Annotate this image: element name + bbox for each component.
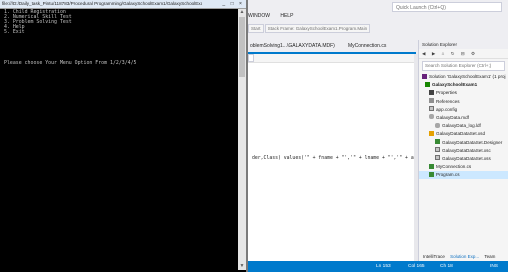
file-icon bbox=[435, 155, 440, 161]
tree-item-myconnection[interactable]: MyConnection.cs bbox=[419, 163, 508, 171]
document-tabs: oblemSolving1...\GALAXYDATA.MDF) MyConne… bbox=[248, 43, 416, 52]
csharp-project-icon bbox=[425, 81, 430, 87]
csharp-file-icon bbox=[429, 163, 434, 169]
scroll-up-icon[interactable]: ▲ bbox=[238, 9, 246, 16]
tree-item-references[interactable]: References bbox=[419, 98, 508, 106]
tree-item-label: GalaxyData_log.ldf bbox=[442, 123, 481, 129]
vs-menu-bar: WINDOW HELP bbox=[248, 13, 302, 22]
solution-explorer-toolbar: ◀ ▶ ⌂ ↻ ⊟ ⚙ bbox=[419, 49, 508, 59]
tree-item-properties[interactable]: Properties bbox=[419, 89, 508, 97]
minimize-icon[interactable]: _ bbox=[220, 1, 227, 7]
solution-explorer-title: Solution Explorer bbox=[419, 40, 508, 49]
menu-help[interactable]: HELP bbox=[280, 13, 293, 19]
start-button[interactable]: Start bbox=[248, 24, 264, 33]
quick-launch-input[interactable]: Quick Launch (Ctrl+Q) bbox=[392, 2, 502, 12]
tree-item-label: References bbox=[436, 98, 460, 104]
console-title-bar[interactable]: file:///D:/Daily_task_Pintu/118783/Proce… bbox=[0, 0, 246, 9]
editor-navigation-bar bbox=[248, 54, 416, 63]
tree-item-label: MyConnection.cs bbox=[436, 164, 472, 170]
tab-solution-explorer[interactable]: Solution Exp... bbox=[450, 254, 479, 259]
console-window[interactable]: file:///D:/Daily_task_Pintu/118783/Proce… bbox=[0, 0, 248, 272]
status-mode: INS bbox=[490, 264, 498, 269]
maximize-icon[interactable]: □ bbox=[229, 1, 236, 7]
console-title: file:///D:/Daily_task_Pintu/118783/Proce… bbox=[2, 1, 202, 6]
tree-item-xsd[interactable]: GalaxyDataDataSet.xsd bbox=[419, 130, 508, 138]
code-file-icon bbox=[435, 139, 440, 144]
menu-window[interactable]: WINDOW bbox=[248, 13, 270, 19]
member-dropdown[interactable] bbox=[248, 54, 254, 62]
tree-item-mdf[interactable]: GalaxyData.mdf bbox=[419, 114, 508, 122]
config-file-icon bbox=[429, 106, 434, 112]
database-log-icon bbox=[435, 122, 440, 128]
status-line: Ln 153 bbox=[376, 264, 391, 269]
tree-item-ldf[interactable]: GalaxyData_log.ldf bbox=[419, 122, 508, 130]
solution-tree: Solution 'GalaxySchoolExam1' (1 proj Gal… bbox=[419, 73, 508, 180]
refresh-icon[interactable]: ↻ bbox=[451, 51, 455, 56]
vs-toolbar: Start Stack Frame: GalaxySchoolExam1.Pro… bbox=[248, 24, 416, 33]
tree-item-label: Solution 'GalaxySchoolExam1' (1 proj bbox=[429, 74, 506, 79]
tab-database[interactable]: oblemSolving1...\GALAXYDATA.MDF) bbox=[250, 43, 335, 49]
scroll-down-icon[interactable]: ▼ bbox=[238, 263, 246, 270]
tool-window-tabs: IntelliTrace Solution Exp... Team Expl..… bbox=[419, 252, 508, 268]
tree-item-xsc[interactable]: GalaxyDataDataSet.xsc bbox=[419, 147, 508, 155]
code-editor[interactable]: der,Class) values('" + fname + "','" + l… bbox=[248, 54, 425, 261]
solution-search-input[interactable]: Search Solution Explorer (Ctrl+;) bbox=[422, 61, 505, 71]
tree-item-xss[interactable]: GalaxyDataDataSet.xss bbox=[419, 155, 508, 163]
status-bar: Ln 153 Col 165 Ch 18 INS bbox=[248, 261, 508, 272]
tree-item-app-config[interactable]: app.config bbox=[419, 106, 508, 114]
tree-item-label: GalaxyDataDataSet.xss bbox=[442, 155, 491, 161]
tree-item-label: GalaxyData.mdf bbox=[436, 114, 469, 120]
tree-item-label: GalaxyDataDataSet.xsd bbox=[436, 131, 486, 137]
csharp-file-icon bbox=[429, 171, 434, 177]
tree-item-label: Properties bbox=[436, 90, 457, 96]
tree-item-project[interactable]: GalaxySchoolExam1 bbox=[419, 81, 508, 89]
tree-item-label: Program.cs bbox=[436, 172, 460, 178]
tree-item-label: GalaxyDataDataSet.xsc bbox=[442, 147, 491, 153]
properties-icon[interactable]: ⚙ bbox=[471, 51, 475, 56]
file-icon bbox=[435, 147, 440, 153]
tab-intellitrace[interactable]: IntelliTrace bbox=[423, 254, 445, 259]
tree-item-label: GalaxySchoolExam1 bbox=[432, 82, 478, 88]
menu-prompt: Please choose Your Menu Option From 1/2/… bbox=[4, 59, 137, 66]
scroll-thumb[interactable] bbox=[239, 17, 245, 77]
tree-item-program[interactable]: Program.cs bbox=[419, 171, 508, 180]
wrench-icon bbox=[429, 89, 434, 95]
status-col: Col 165 bbox=[408, 264, 425, 269]
stack-frame-dropdown[interactable]: Stack Frame: GalaxySchoolExam1.Program.M… bbox=[264, 24, 371, 33]
tree-item-designer[interactable]: GalaxyDataDataSet.Designer bbox=[419, 139, 508, 147]
code-line: der,Class) values('" + fname + "','" + l… bbox=[252, 156, 426, 161]
console-scrollbar[interactable]: ▲ ▼ bbox=[238, 9, 246, 270]
references-icon bbox=[429, 98, 434, 104]
status-ch: Ch 18 bbox=[440, 264, 453, 269]
close-icon[interactable]: × bbox=[237, 1, 244, 7]
console-output[interactable]: 1. Child Registration 2. Numerical Skill… bbox=[4, 9, 234, 268]
tab-myconnection[interactable]: MyConnection.cs bbox=[348, 43, 386, 49]
tree-item-label: app.config bbox=[436, 106, 458, 112]
tree-item-solution[interactable]: Solution 'GalaxySchoolExam1' (1 proj bbox=[419, 73, 508, 81]
back-icon[interactable]: ◀ bbox=[422, 51, 426, 56]
dataset-icon bbox=[429, 130, 434, 136]
tree-item-label: GalaxyDataDataSet.Designer bbox=[442, 139, 503, 145]
database-icon bbox=[429, 114, 434, 120]
solution-explorer: Solution Explorer ◀ ▶ ⌂ ↻ ⊟ ⚙ Search Sol… bbox=[419, 40, 508, 268]
forward-icon[interactable]: ▶ bbox=[432, 51, 436, 56]
window-controls: _ □ × bbox=[220, 1, 244, 7]
collapse-all-icon[interactable]: ⊟ bbox=[461, 51, 465, 56]
home-icon[interactable]: ⌂ bbox=[442, 51, 445, 56]
solution-icon bbox=[422, 73, 427, 79]
